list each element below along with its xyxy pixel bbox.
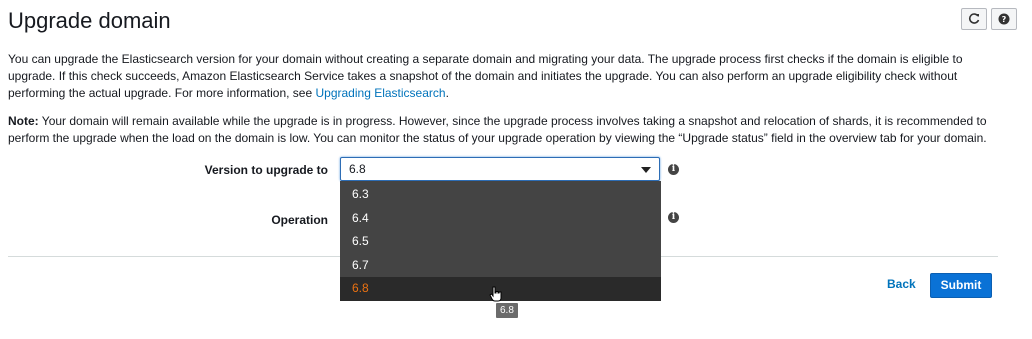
version-option[interactable]: 6.4 [340,207,661,231]
help-button[interactable]: ? [991,8,1017,30]
version-label: Version to upgrade to [204,163,328,177]
operation-info-icon[interactable]: i [668,212,679,223]
version-option[interactable]: 6.3 [340,183,661,207]
version-select-value: 6.8 [349,162,366,176]
header-actions: ? [961,8,1017,30]
page-title: Upgrade domain [8,8,171,33]
note-label: Note: [8,114,39,128]
svg-text:?: ? [1002,15,1007,24]
help-icon: ? [998,13,1010,25]
operation-label: Operation [271,213,328,227]
chevron-down-icon [641,167,651,173]
note-text: Your domain will remain available while … [8,114,987,145]
back-button[interactable]: Back [887,277,916,291]
note-paragraph: Note: Your domain will remain available … [8,113,998,147]
refresh-button[interactable] [961,8,987,30]
version-option[interactable]: 6.7 [340,254,661,278]
version-select[interactable]: 6.8 [340,157,660,181]
refresh-icon [968,13,980,25]
upgrading-elasticsearch-link[interactable]: Upgrading Elasticsearch [316,86,446,100]
version-option[interactable]: 6.5 [340,230,661,254]
version-dropdown-list: 6.3 6.4 6.5 6.7 6.8 [340,181,661,301]
intro-paragraph: You can upgrade the Elasticsearch versio… [8,51,998,102]
submit-button[interactable]: Submit [930,273,992,298]
intro-text: You can upgrade the Elasticsearch versio… [8,52,963,100]
intro-suffix: . [445,86,449,100]
tooltip: 6.8 [496,303,518,318]
version-info-icon[interactable]: i [668,164,679,175]
